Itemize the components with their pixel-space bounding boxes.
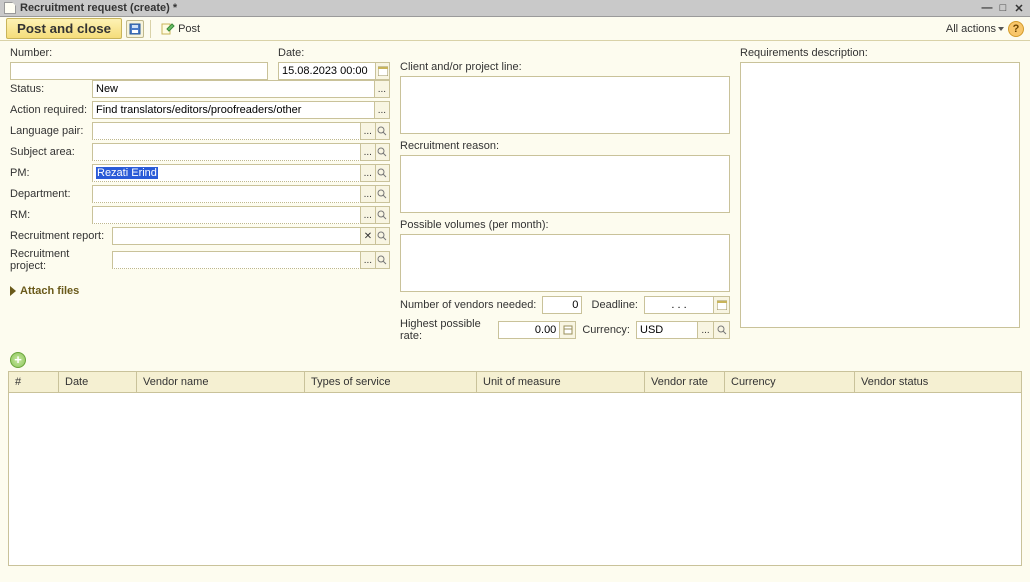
department-input[interactable]: [92, 185, 361, 203]
col-vendor-name[interactable]: Vendor name: [137, 372, 305, 392]
rm-picker-button[interactable]: ...: [361, 206, 376, 224]
col-vendor-rate[interactable]: Vendor rate: [645, 372, 725, 392]
chevron-right-icon: [10, 286, 16, 296]
col-date[interactable]: Date: [59, 372, 137, 392]
number-input[interactable]: [10, 62, 268, 80]
recruitment-report-clear-button[interactable]: ✕: [361, 227, 375, 245]
deadline-calendar-icon[interactable]: [714, 296, 730, 314]
maximize-button[interactable]: □: [996, 1, 1010, 15]
post-label: Post: [178, 23, 200, 35]
recruitment-reason-label: Recruitment reason:: [400, 140, 730, 152]
possible-volumes-label: Possible volumes (per month):: [400, 219, 730, 231]
rm-input[interactable]: [92, 206, 361, 224]
deadline-label: Deadline:: [592, 299, 638, 311]
recruitment-project-label: Recruitment project:: [10, 248, 108, 272]
subject-area-search-button[interactable]: [376, 143, 391, 161]
chevron-down-icon: [998, 27, 1004, 31]
requirements-label: Requirements description:: [740, 47, 1020, 59]
attach-files-label: Attach files: [20, 285, 79, 297]
language-pair-picker-button[interactable]: ...: [361, 122, 376, 140]
currency-picker-button[interactable]: ...: [698, 321, 714, 339]
number-label: Number:: [10, 47, 268, 59]
client-project-input[interactable]: [400, 76, 730, 134]
deadline-input[interactable]: [644, 296, 714, 314]
requirements-input[interactable]: [740, 62, 1020, 328]
date-input[interactable]: [278, 62, 376, 80]
title-bar: Recruitment request (create) * — □ ✕: [0, 0, 1030, 17]
rm-label: RM:: [10, 209, 88, 221]
subject-area-input[interactable]: [92, 143, 361, 161]
document-icon: [4, 2, 16, 14]
date-label: Date:: [278, 47, 390, 59]
close-window-button[interactable]: ✕: [1012, 1, 1026, 15]
col-unit-measure[interactable]: Unit of measure: [477, 372, 645, 392]
vendors-needed-input[interactable]: [542, 296, 582, 314]
rm-search-button[interactable]: [376, 206, 391, 224]
recruitment-report-input[interactable]: [112, 227, 361, 245]
rate-calc-icon[interactable]: [560, 321, 576, 339]
pm-input[interactable]: Rezati Erind: [92, 164, 361, 182]
status-input[interactable]: [92, 80, 375, 98]
calendar-icon[interactable]: [376, 62, 390, 80]
pm-picker-button[interactable]: ...: [361, 164, 376, 182]
language-pair-input[interactable]: [92, 122, 361, 140]
recruitment-report-search-button[interactable]: [376, 227, 390, 245]
language-pair-label: Language pair:: [10, 125, 88, 137]
recruitment-reason-input[interactable]: [400, 155, 730, 213]
window-title: Recruitment request (create) *: [20, 2, 177, 14]
pm-label: PM:: [10, 167, 88, 179]
col-currency[interactable]: Currency: [725, 372, 855, 392]
vendors-grid: # Date Vendor name Types of service Unit…: [8, 371, 1022, 566]
currency-search-button[interactable]: [714, 321, 730, 339]
department-picker-button[interactable]: ...: [361, 185, 376, 203]
pm-selected-value: Rezati Erind: [96, 167, 158, 179]
possible-volumes-input[interactable]: [400, 234, 730, 292]
status-picker-button[interactable]: ...: [375, 80, 390, 98]
all-actions-menu[interactable]: All actions: [946, 23, 1004, 35]
toolbar: Post and close Post All actions ?: [0, 17, 1030, 41]
all-actions-label: All actions: [946, 23, 996, 35]
grid-header: # Date Vendor name Types of service Unit…: [9, 372, 1021, 393]
attach-files-toggle[interactable]: Attach files: [10, 285, 390, 297]
add-row-button[interactable]: +: [10, 352, 26, 368]
language-pair-search-button[interactable]: [376, 122, 391, 140]
help-button[interactable]: ?: [1008, 21, 1024, 37]
subject-area-label: Subject area:: [10, 146, 88, 158]
pm-search-button[interactable]: [376, 164, 391, 182]
save-icon-button[interactable]: [126, 20, 144, 38]
highest-rate-label: Highest possible rate:: [400, 318, 492, 342]
department-search-button[interactable]: [376, 185, 391, 203]
action-required-label: Action required:: [10, 104, 88, 116]
client-project-label: Client and/or project line:: [400, 61, 730, 73]
subject-area-picker-button[interactable]: ...: [361, 143, 376, 161]
recruitment-project-search-button[interactable]: [376, 251, 390, 269]
post-and-close-button[interactable]: Post and close: [6, 18, 122, 39]
col-index[interactable]: #: [9, 372, 59, 392]
minimize-button[interactable]: —: [980, 1, 994, 15]
action-required-input[interactable]: [92, 101, 375, 119]
currency-input[interactable]: [636, 321, 698, 339]
currency-label: Currency:: [582, 324, 630, 336]
recruitment-project-input[interactable]: [112, 251, 361, 269]
recruitment-project-picker-button[interactable]: ...: [361, 251, 375, 269]
col-vendor-status[interactable]: Vendor status: [855, 372, 1021, 392]
grid-body[interactable]: [9, 393, 1021, 565]
post-icon: [161, 22, 175, 36]
highest-rate-input[interactable]: [498, 321, 560, 339]
recruitment-report-label: Recruitment report:: [10, 230, 108, 242]
post-button[interactable]: Post: [157, 22, 204, 36]
action-required-picker-button[interactable]: ...: [375, 101, 390, 119]
vendors-needed-label: Number of vendors needed:: [400, 299, 536, 311]
status-label: Status:: [10, 83, 88, 95]
department-label: Department:: [10, 188, 88, 200]
col-types-service[interactable]: Types of service: [305, 372, 477, 392]
